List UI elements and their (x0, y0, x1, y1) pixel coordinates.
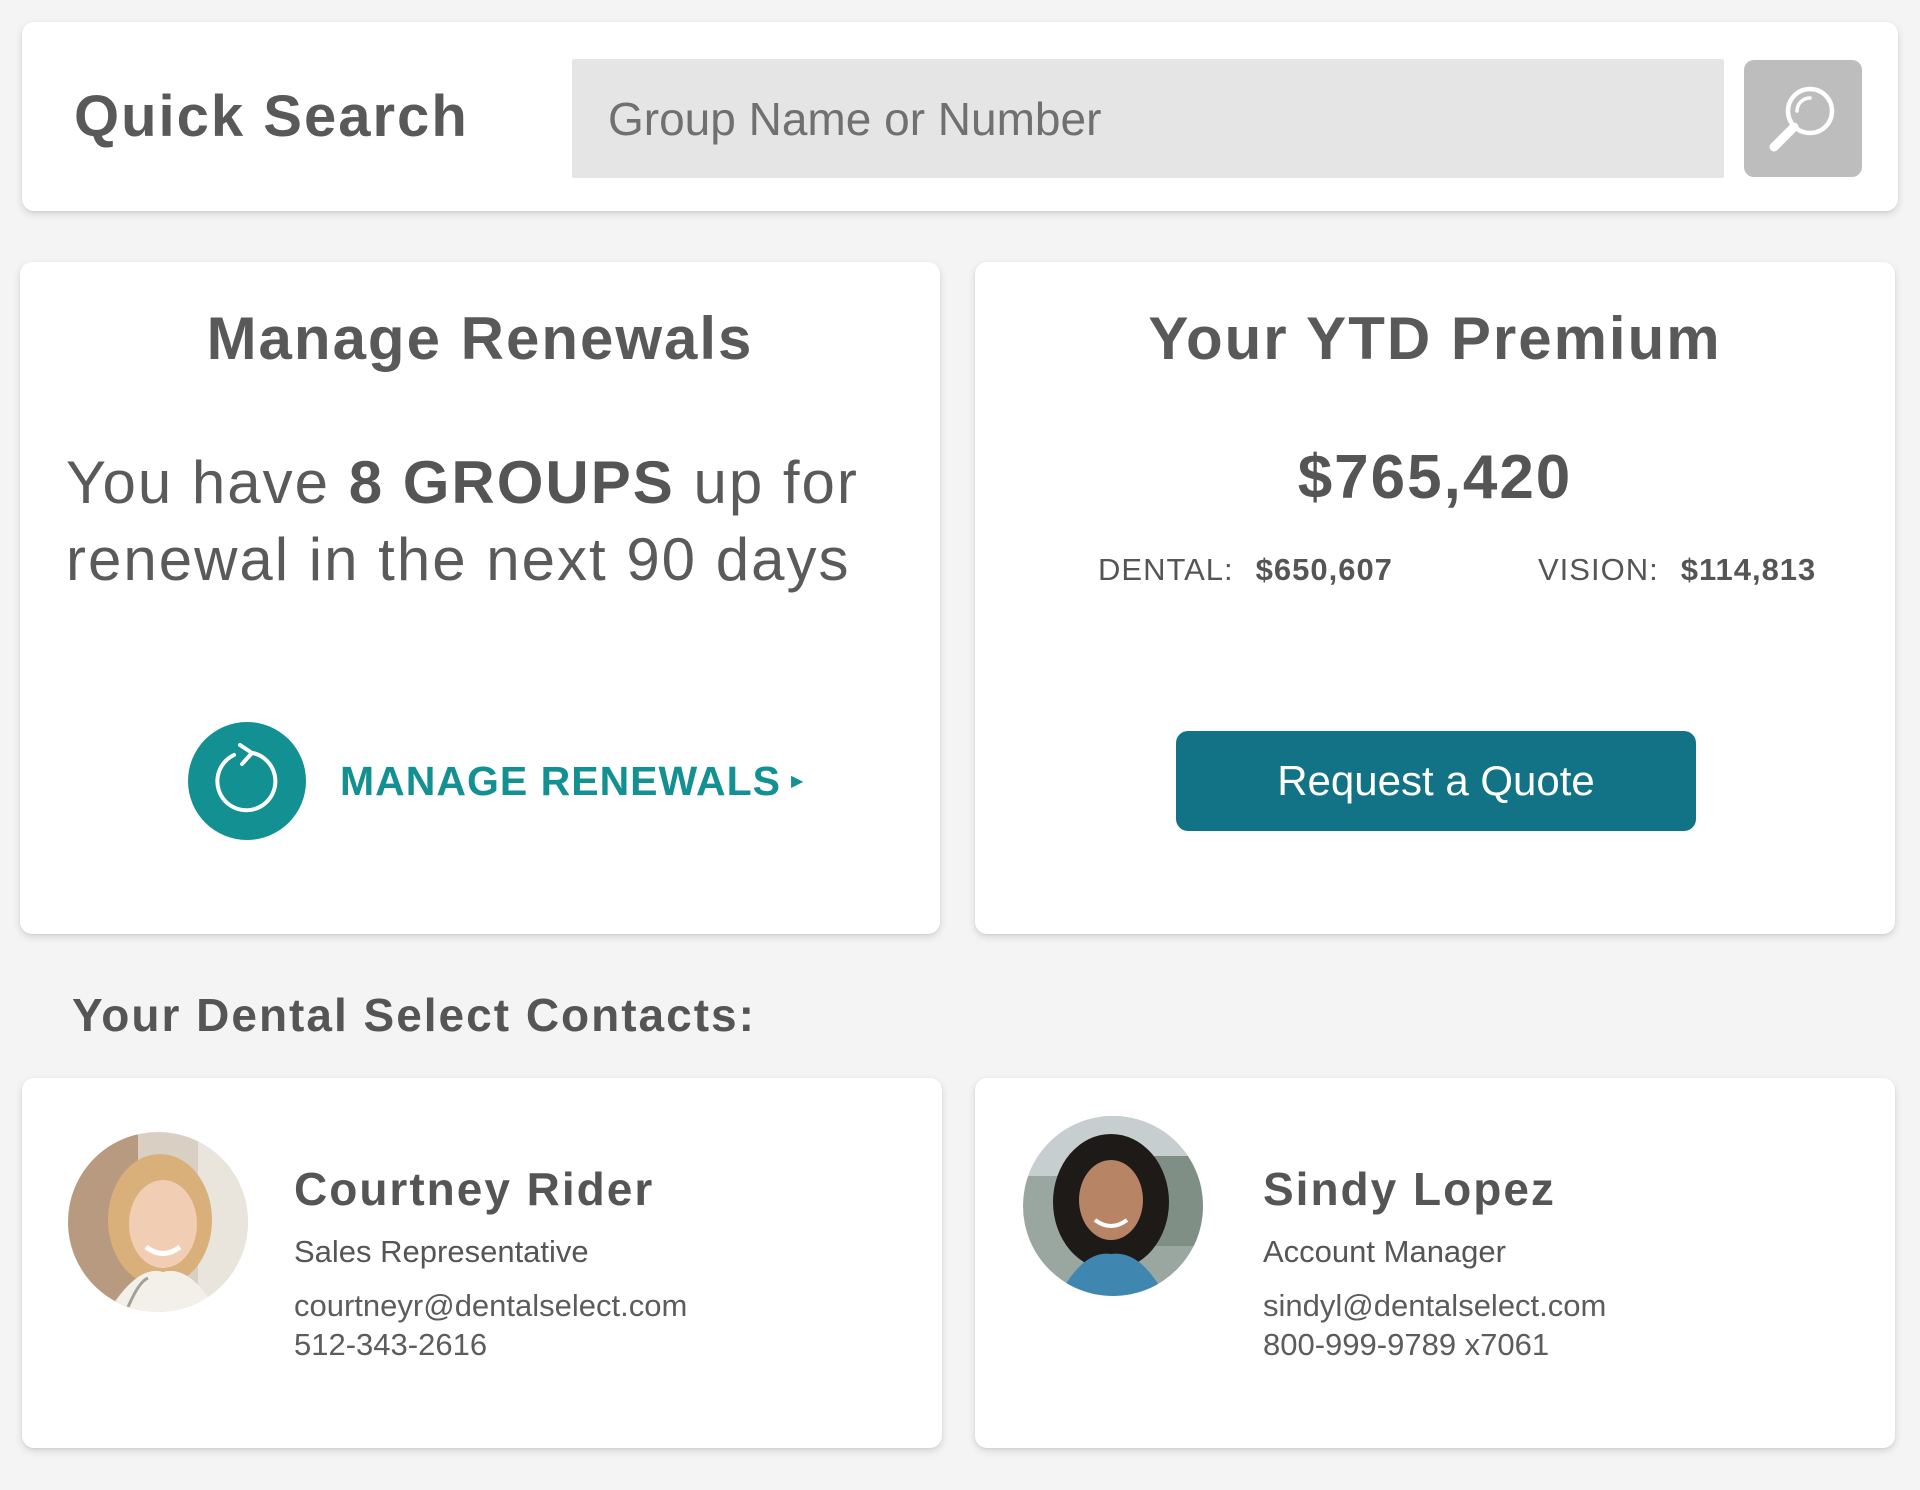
renewal-group-count: 8 GROUPS (348, 449, 675, 516)
contacts-heading: Your Dental Select Contacts: (72, 989, 756, 1041)
premium-total: $765,420 (1297, 443, 1573, 512)
manage-renewals-label: MANAGE RENEWALS (340, 757, 781, 804)
avatar (68, 1132, 248, 1312)
vision-value: $114,813 (1680, 552, 1817, 587)
vision-label: VISION: (1538, 552, 1659, 587)
search-button[interactable] (1744, 60, 1862, 177)
contact-phone[interactable]: 800-999-9789 x7061 (1263, 1327, 1549, 1363)
dental-value: $650,607 (1255, 552, 1393, 587)
manage-renewals-link[interactable]: MANAGE RENEWALS ▶ (188, 722, 803, 840)
contact-email[interactable]: courtneyr@dentalselect.com (294, 1288, 687, 1324)
premium-title: Your YTD Premium (1148, 305, 1722, 372)
dental-label: DENTAL: (1098, 552, 1234, 587)
avatar (1023, 1116, 1203, 1296)
search-icon (1769, 86, 1835, 151)
search-input[interactable] (572, 59, 1724, 178)
contact-name: Sindy Lopez (1263, 1163, 1556, 1215)
caret-right-icon: ▶ (790, 773, 804, 790)
contact-card: Sindy Lopez Account Manager sindyl@denta… (975, 1078, 1895, 1448)
contact-role: Account Manager (1263, 1234, 1506, 1269)
quick-search-bar: Quick Search (22, 22, 1898, 211)
request-quote-button[interactable]: Request a Quote (1176, 731, 1696, 831)
renewals-title: Manage Renewals (206, 305, 754, 372)
renewal-message: You have 8 GROUPS up for renewal in the … (66, 444, 916, 598)
ytd-premium-card: Your YTD Premium $765,420 DENTAL: $650,60… (975, 262, 1895, 934)
vision-premium: VISION: $114,813 (1538, 552, 1816, 588)
contact-name: Courtney Rider (294, 1163, 655, 1215)
contact-phone[interactable]: 512-343-2616 (294, 1327, 487, 1363)
renewals-card: Manage Renewals You have 8 GROUPS up for… (20, 262, 940, 934)
contact-role: Sales Representative (294, 1234, 589, 1269)
renewal-text-prefix: You have (66, 449, 349, 516)
dental-premium: DENTAL: $650,607 (1098, 552, 1393, 588)
contact-card: Courtney Rider Sales Representative cour… (22, 1078, 942, 1448)
contact-email[interactable]: sindyl@dentalselect.com (1263, 1288, 1606, 1324)
refresh-icon (188, 722, 306, 840)
quick-search-label: Quick Search (74, 84, 469, 149)
